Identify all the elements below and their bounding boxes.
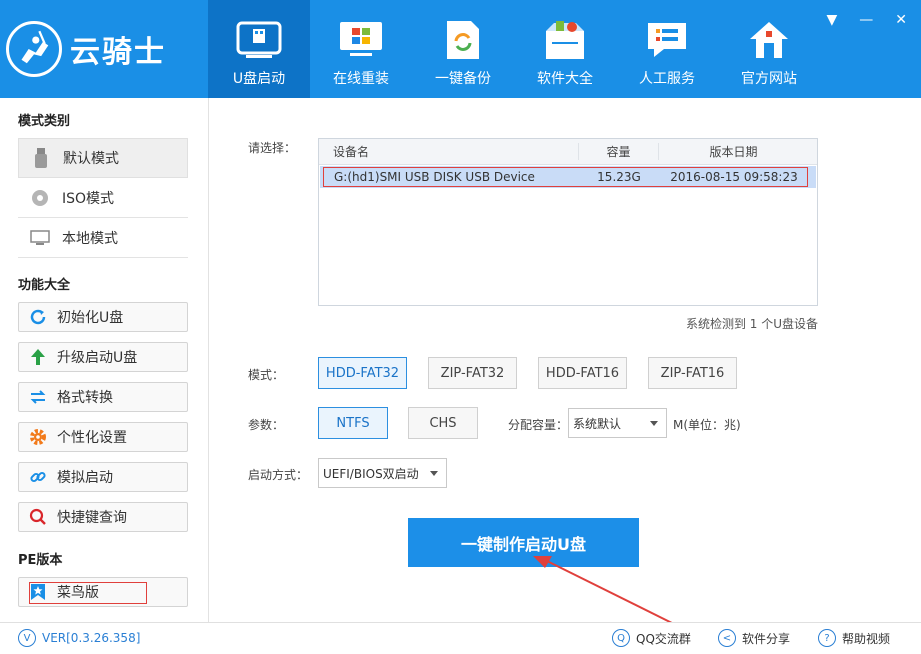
share-icon: <	[718, 629, 736, 647]
alloc-label: 分配容量：	[508, 418, 569, 432]
menu-dropdown-icon[interactable]: ▼	[826, 12, 837, 28]
usb-drive-icon	[235, 18, 283, 62]
home-icon	[745, 18, 793, 62]
usb-stick-icon	[19, 148, 63, 168]
help-icon: ?	[818, 629, 836, 647]
table-row[interactable]: G:(hd1)SMI USB DISK USB Device 15.23G 20…	[320, 166, 816, 188]
make-boot-usb-button[interactable]: 一键制作启动U盘	[408, 518, 639, 567]
swap-arrows-icon	[19, 389, 57, 405]
device-date-cell: 2016-08-15 09:58:23	[670, 170, 798, 184]
header-device-name: 设备名	[333, 145, 370, 159]
gear-icon	[19, 428, 57, 446]
device-name-cell: G:(hd1)SMI USB DISK USB Device	[334, 170, 535, 184]
window-controls: ▼ — ✕	[826, 12, 907, 28]
knight-logo-icon	[6, 21, 62, 77]
alloc-unit-label: M(单位：兆)	[673, 418, 741, 432]
brand-logo: 云骑士	[6, 16, 206, 82]
disc-icon	[18, 189, 62, 207]
mode-category-title: 模式类别	[18, 114, 71, 129]
mode-default[interactable]: 默认模式	[18, 138, 188, 178]
app-header: 云骑士 U盘启动 在线重装 一键备份 软件大全 人工服务 官方网站 ▼ — ✕	[0, 0, 921, 98]
param-ntfs-button[interactable]: NTFS	[318, 407, 388, 439]
pe-version-title: PE版本	[18, 553, 63, 568]
device-capacity-cell: 15.23G	[597, 170, 641, 184]
software-box-icon	[541, 18, 589, 62]
nav-official-site[interactable]: 官方网站	[718, 0, 820, 98]
qq-icon: Q	[612, 629, 630, 647]
arrow-up-icon	[19, 348, 57, 366]
function-title: 功能大全	[18, 278, 71, 293]
pe-beginner-button[interactable]: 菜鸟版	[18, 577, 188, 607]
monitor-icon	[18, 229, 62, 246]
select-label: 请选择：	[248, 141, 297, 155]
mode-zip-fat16-button[interactable]: ZIP-FAT16	[648, 357, 737, 389]
chat-service-icon	[643, 18, 691, 62]
nav-one-click-backup[interactable]: 一键备份	[412, 0, 514, 98]
mode-hdd-fat16-button[interactable]: HDD-FAT16	[538, 357, 627, 389]
nav-online-reinstall[interactable]: 在线重装	[310, 0, 412, 98]
close-icon[interactable]: ✕	[895, 12, 907, 28]
header-date: 版本日期	[658, 143, 808, 160]
nav-usb-boot[interactable]: U盘启动	[208, 0, 310, 98]
format-convert-button[interactable]: 格式转换	[18, 382, 188, 412]
help-video-link[interactable]: ? 帮助视频	[818, 629, 890, 647]
mode-zip-fat32-button[interactable]: ZIP-FAT32	[428, 357, 517, 389]
hotkey-query-button[interactable]: 快捷键查询	[18, 502, 188, 532]
mode-iso[interactable]: ISO模式	[18, 178, 188, 218]
chevron-down-icon	[430, 470, 438, 476]
sidebar: 模式类别 默认模式 ISO模式 本地模式 功能大全 初始化U盘 升级启动U盘 格…	[0, 98, 209, 622]
header-capacity: 容量	[578, 143, 658, 160]
personalize-button[interactable]: 个性化设置	[18, 422, 188, 452]
mode-label: 模式：	[248, 368, 285, 382]
device-count-text: 系统检测到 1 个U盘设备	[685, 317, 818, 331]
param-label: 参数：	[248, 418, 285, 432]
param-chs-button[interactable]: CHS	[408, 407, 478, 439]
share-link[interactable]: < 软件分享	[718, 629, 790, 647]
alloc-select[interactable]: 系统默认	[568, 408, 667, 438]
minimize-icon[interactable]: —	[859, 12, 873, 28]
search-icon	[19, 508, 57, 526]
mode-local[interactable]: 本地模式	[18, 218, 188, 258]
chevron-down-circle-icon: V	[18, 629, 36, 647]
table-header: 设备名 容量 版本日期	[319, 139, 817, 165]
link-icon	[19, 468, 57, 486]
backup-icon	[439, 18, 487, 62]
version-info[interactable]: V VER[0.3.26.358]	[18, 629, 140, 647]
simulate-boot-button[interactable]: 模拟启动	[18, 462, 188, 492]
status-footer: V VER[0.3.26.358] Q QQ交流群 < 软件分享 ? 帮助视频	[0, 622, 921, 654]
nav-software-center[interactable]: 软件大全	[514, 0, 616, 98]
chevron-down-icon	[650, 420, 658, 426]
windows-monitor-icon	[337, 18, 385, 62]
upgrade-usb-button[interactable]: 升级启动U盘	[18, 342, 188, 372]
boot-mode-select[interactable]: UEFI/BIOS双启动	[318, 458, 447, 488]
main-panel: 请选择： 设备名 容量 版本日期 G:(hd1)SMI USB DISK USB…	[209, 98, 921, 622]
init-usb-button[interactable]: 初始化U盘	[18, 302, 188, 332]
mode-hdd-fat32-button[interactable]: HDD-FAT32	[318, 357, 407, 389]
brand-name: 云骑士	[70, 35, 166, 70]
top-nav: U盘启动 在线重装 一键备份 软件大全 人工服务 官方网站	[208, 0, 820, 98]
device-table[interactable]: 设备名 容量 版本日期 G:(hd1)SMI USB DISK USB Devi…	[318, 138, 818, 306]
refresh-icon	[19, 308, 57, 326]
nav-manual-service[interactable]: 人工服务	[616, 0, 718, 98]
qq-group-link[interactable]: Q QQ交流群	[612, 629, 691, 647]
pe-selection-outline	[29, 582, 147, 604]
boot-mode-label: 启动方式：	[248, 468, 309, 482]
